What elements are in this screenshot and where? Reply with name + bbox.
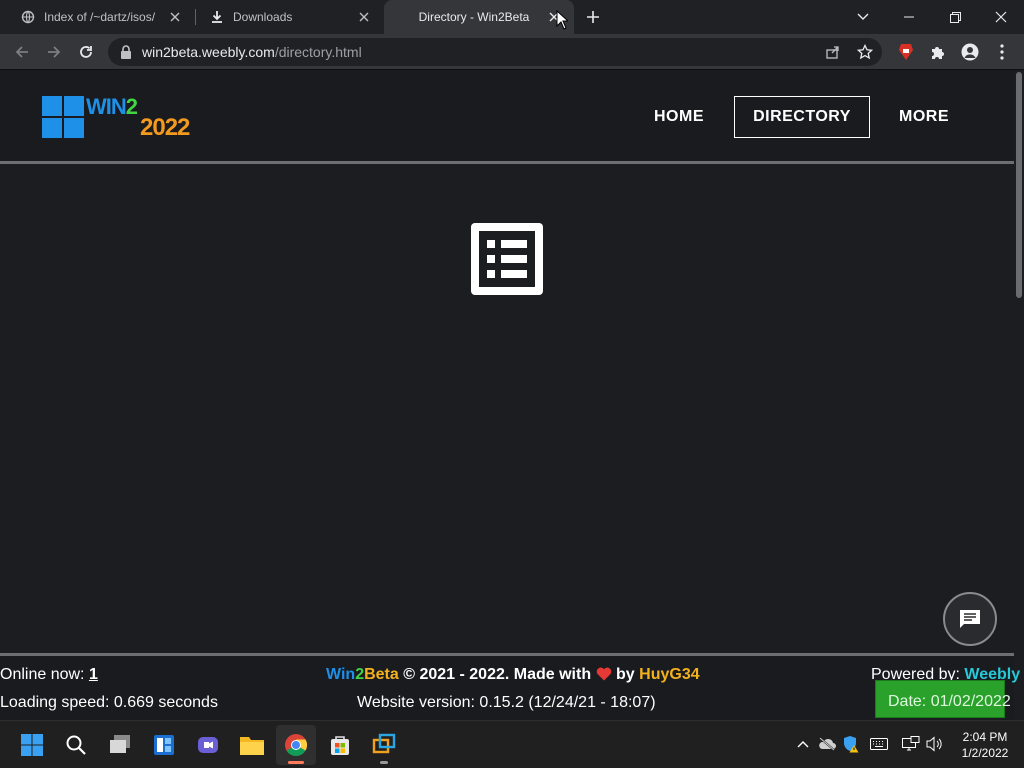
share-icon[interactable] xyxy=(824,43,842,61)
tab-title: Directory - Win2Beta xyxy=(418,10,530,24)
network-icon[interactable] xyxy=(902,735,920,753)
nav-directory[interactable]: DIRECTORY xyxy=(734,96,870,138)
nav-more[interactable]: MORE xyxy=(886,96,962,138)
close-window-button[interactable] xyxy=(978,0,1024,34)
widgets-icon xyxy=(154,735,174,755)
by-text: by xyxy=(616,666,635,683)
site-logo[interactable]: WIN2 2022 xyxy=(42,94,212,141)
running-indicator xyxy=(380,761,388,764)
clock-date: 1/2/2022 xyxy=(961,746,1009,760)
logo-num: 2 xyxy=(125,94,138,119)
windows-start-icon xyxy=(21,734,43,756)
online-count[interactable]: 1 xyxy=(89,666,98,683)
mouse-cursor-icon xyxy=(556,9,570,35)
nav-home[interactable]: HOME xyxy=(640,96,718,138)
folder-icon xyxy=(240,737,264,755)
date-badge: Date: 01/02/2022 xyxy=(875,680,1011,718)
chat-button[interactable] xyxy=(943,592,997,646)
browser-toolbar: win2beta.weebly.com/directory.html xyxy=(0,34,1024,70)
chat-bubble-icon xyxy=(960,610,980,628)
extension-adblock-icon[interactable] xyxy=(894,40,918,64)
lock-icon[interactable] xyxy=(120,45,132,59)
tab-title: Downloads xyxy=(233,10,293,24)
site-header: WIN2 2022 HOME DIRECTORY MORE xyxy=(0,70,1014,164)
brand-win: Win xyxy=(326,666,356,683)
logo-year: 2022 xyxy=(140,114,190,141)
browser-tabstrip: Index of /~dartz/isos/ Downloads Directo… xyxy=(0,0,1024,34)
close-icon[interactable] xyxy=(167,9,183,25)
tab-directory-win2beta[interactable]: Directory - Win2Beta xyxy=(384,0,574,34)
scrollbar-thumb[interactable] xyxy=(1016,72,1022,298)
online-now: Online now: 1 xyxy=(0,666,98,684)
widgets-button[interactable] xyxy=(144,725,184,765)
globe-icon xyxy=(20,9,36,25)
author-link[interactable]: HuyG34 xyxy=(639,666,699,683)
remote-desktop-icon xyxy=(372,733,396,754)
website-version: Website version: 0.15.2 (12/24/21 - 18:0… xyxy=(357,694,656,711)
forward-button[interactable] xyxy=(42,40,66,64)
online-label: Online now: xyxy=(0,666,85,683)
loading-speed: Loading speed: 0.669 seconds xyxy=(0,694,218,711)
file-explorer-button[interactable] xyxy=(232,725,272,765)
windows-taskbar: 2:04 PM 1/2/2022 xyxy=(0,720,1024,768)
task-view-button[interactable] xyxy=(100,725,140,765)
chrome-icon xyxy=(285,734,307,756)
show-hidden-icons-chevron-icon[interactable] xyxy=(794,735,812,753)
minimize-button[interactable] xyxy=(886,0,932,34)
volume-icon[interactable] xyxy=(926,735,944,753)
logo-win: WIN xyxy=(86,94,127,119)
tab-title: Index of /~dartz/isos/ xyxy=(44,10,156,24)
download-icon xyxy=(209,9,225,25)
site-footer: Online now: 1 Win2Beta © 2021 - 2022. Ma… xyxy=(0,653,1020,720)
taskbar-clock[interactable]: 2:04 PM 1/2/2022 xyxy=(952,729,1018,761)
clock-time: 2:04 PM xyxy=(962,730,1008,744)
remote-app-button[interactable] xyxy=(364,725,404,765)
restore-button[interactable] xyxy=(932,0,978,34)
url-text: win2beta.weebly.com/directory.html xyxy=(142,38,362,66)
url-host: win2beta.weebly.com xyxy=(142,44,275,60)
search-icon xyxy=(66,735,86,755)
taskbar-search-button[interactable] xyxy=(56,725,96,765)
main-content xyxy=(0,167,1014,653)
reload-button[interactable] xyxy=(74,40,98,64)
security-shield-warning-icon[interactable] xyxy=(842,735,860,753)
task-view-icon xyxy=(110,735,130,753)
logo-word: WIN2 xyxy=(86,94,138,120)
address-bar[interactable]: win2beta.weebly.com/directory.html xyxy=(108,38,882,66)
start-button[interactable] xyxy=(12,725,52,765)
tab-index-of-isos[interactable]: Index of /~dartz/isos/ xyxy=(0,0,195,34)
tab-downloads[interactable]: Downloads xyxy=(189,0,384,34)
onedrive-offline-icon[interactable] xyxy=(818,735,836,753)
store-bag-icon xyxy=(331,736,349,755)
page-scrollbar[interactable] xyxy=(1014,70,1024,720)
microsoft-store-button[interactable] xyxy=(320,725,360,765)
extensions-puzzle-icon[interactable] xyxy=(926,40,950,64)
url-path: /directory.html xyxy=(274,44,362,60)
date-text: Date: 01/02/2022 xyxy=(888,693,1011,710)
copyright-line: Win2Beta © 2021 - 2022. Made with by Huy… xyxy=(326,666,700,686)
tab-search-button[interactable] xyxy=(840,0,886,34)
back-button[interactable] xyxy=(10,40,34,64)
new-tab-button[interactable] xyxy=(583,7,603,27)
windows-logo-icon xyxy=(42,96,84,138)
heart-icon xyxy=(596,667,612,686)
brand-beta: Beta xyxy=(364,666,399,683)
close-icon[interactable] xyxy=(356,9,372,25)
browser-menu-icon[interactable] xyxy=(990,40,1014,64)
active-indicator xyxy=(288,761,304,764)
teams-chat-button[interactable] xyxy=(188,725,228,765)
bookmark-star-icon[interactable] xyxy=(856,43,874,61)
chrome-taskbar-button[interactable] xyxy=(276,725,316,765)
list-icon xyxy=(471,223,543,295)
profile-avatar-icon[interactable] xyxy=(958,40,982,64)
teams-chat-icon xyxy=(198,737,218,753)
keyboard-icon[interactable] xyxy=(870,735,888,753)
copyright-text: © 2021 - 2022. Made with xyxy=(403,666,592,683)
brand-2: 2 xyxy=(355,666,365,683)
